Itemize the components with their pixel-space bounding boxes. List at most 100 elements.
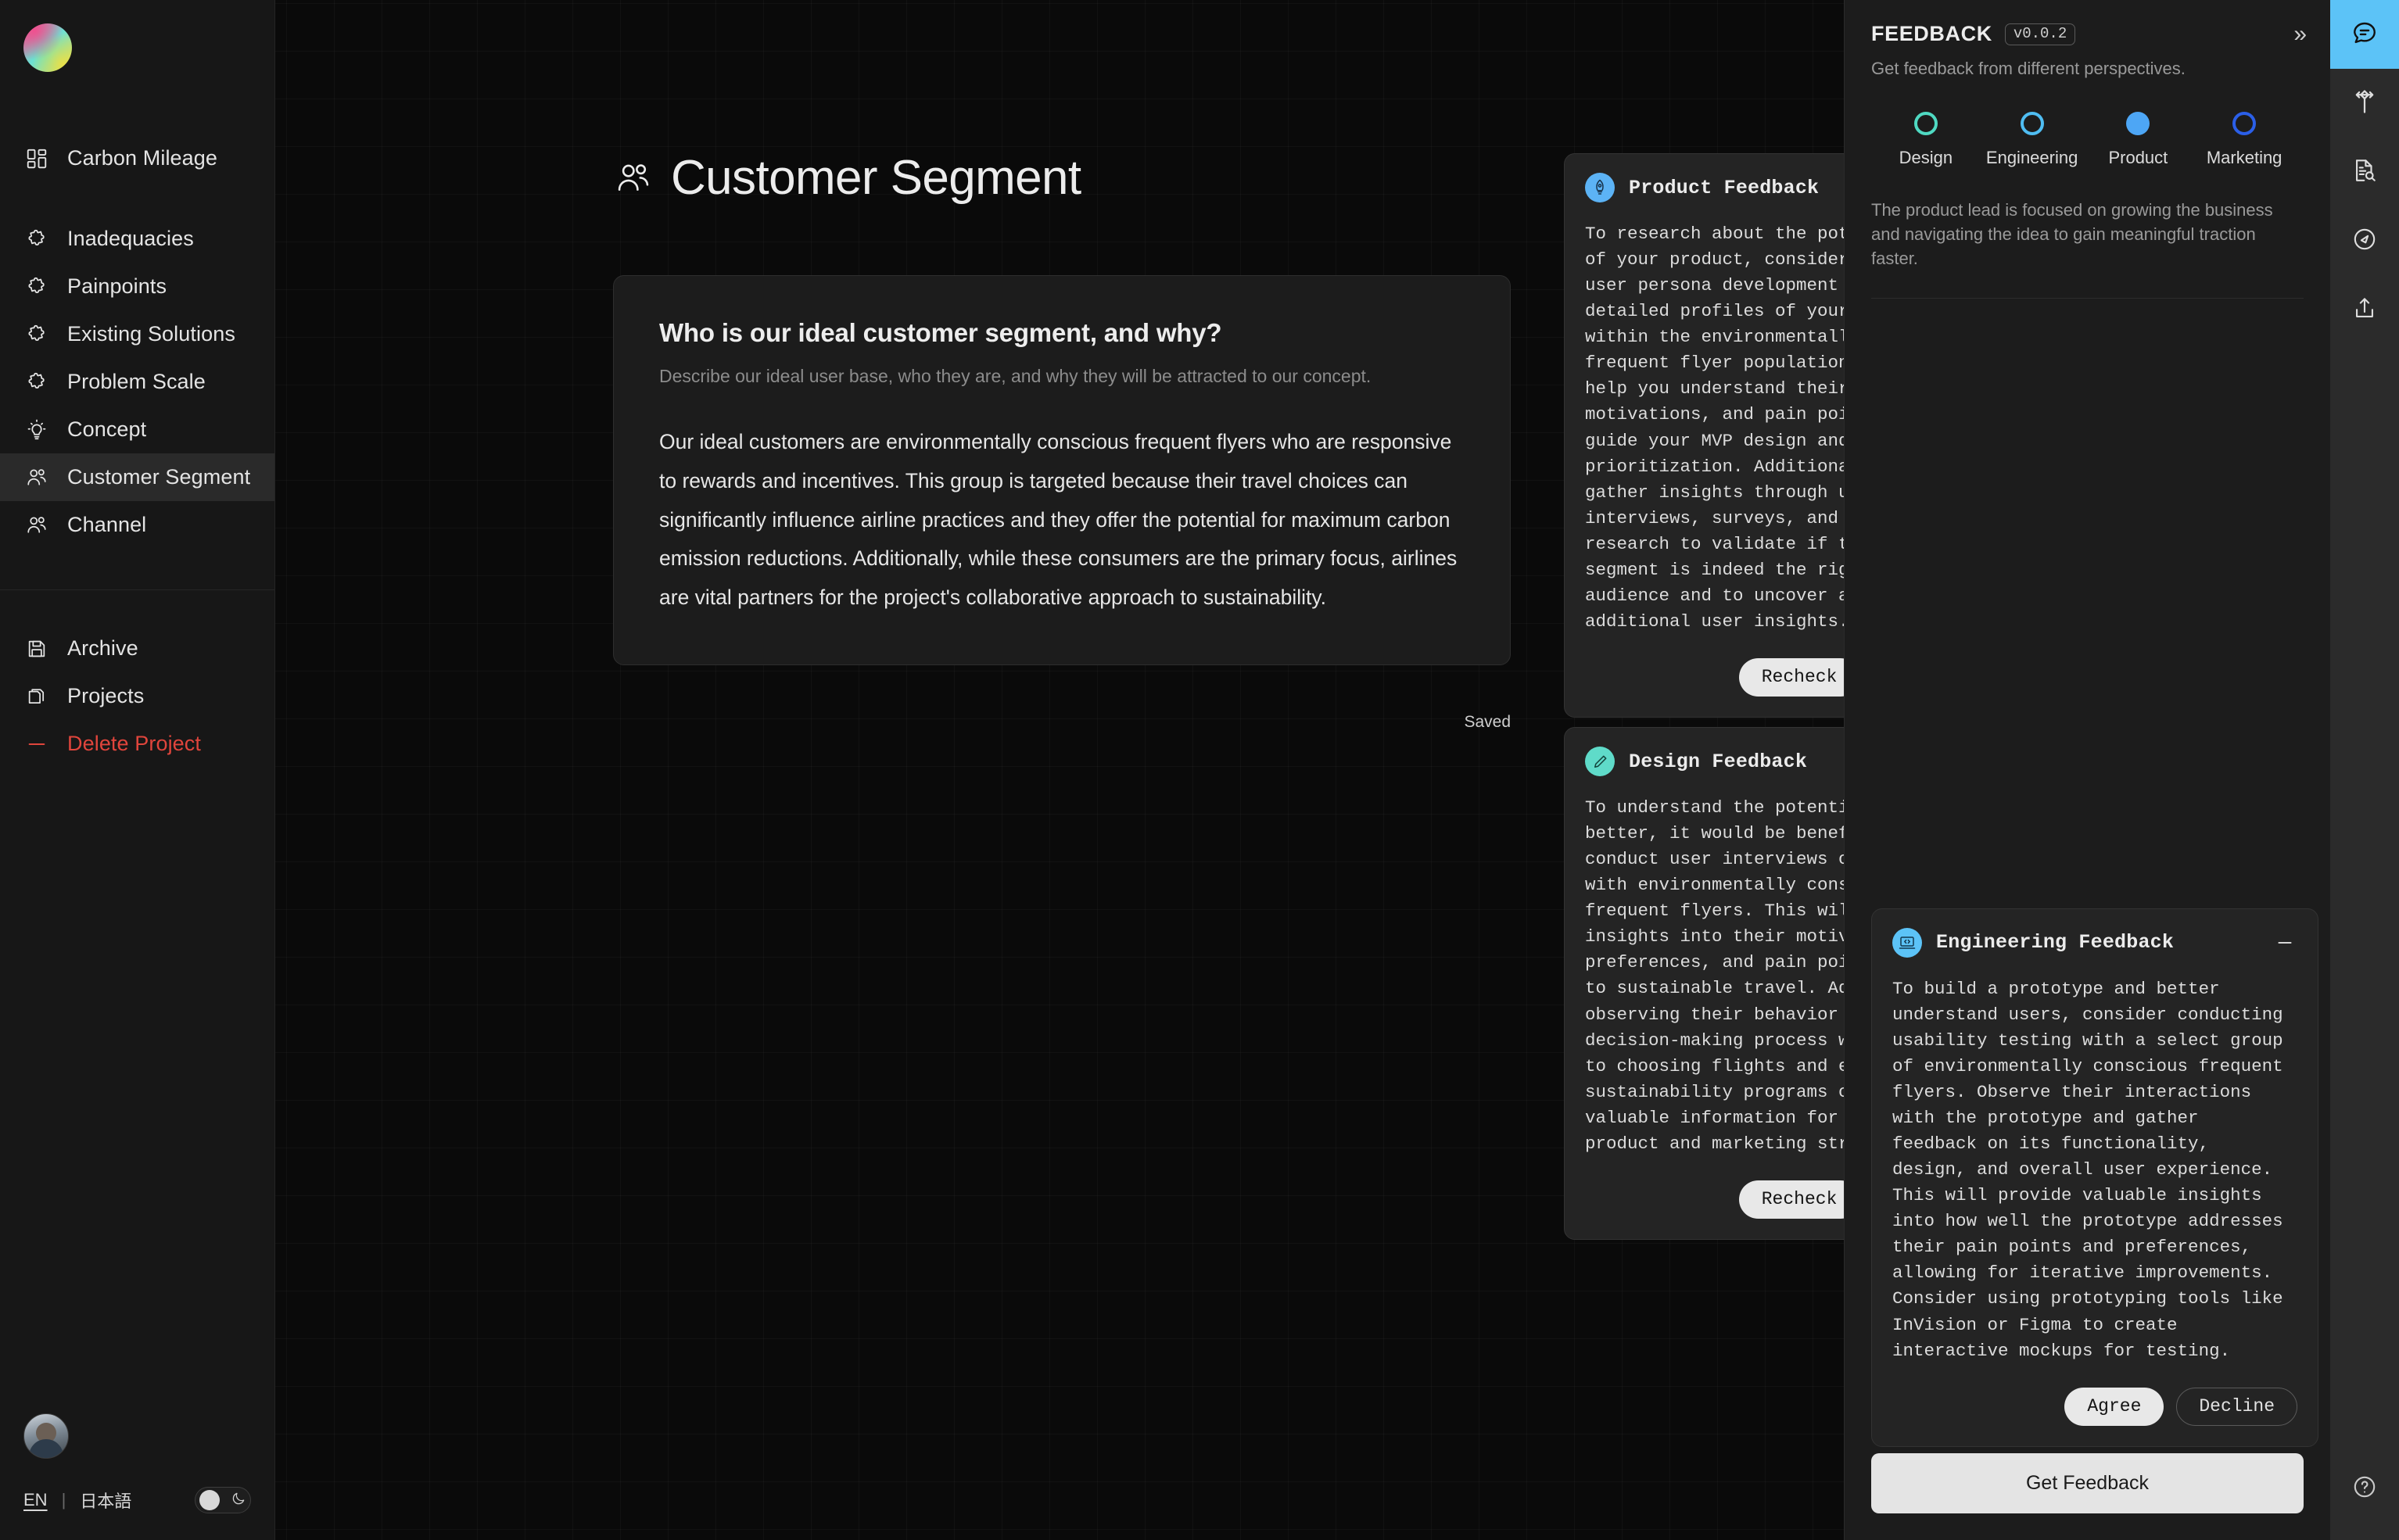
- language-option-ja[interactable]: 日本語: [80, 1488, 131, 1513]
- puzzle-icon: [23, 226, 50, 252]
- puzzle-icon: [23, 321, 50, 348]
- lightbulb-icon: [23, 417, 50, 443]
- chat-feedback-icon: [2351, 19, 2379, 51]
- sidebar-item-existing-solutions[interactable]: Existing Solutions: [0, 310, 274, 358]
- sidebar-item-label: Existing Solutions: [67, 322, 235, 346]
- sidebar-item-label: Channel: [67, 513, 147, 536]
- card-header: Engineering Feedback: [1892, 927, 2297, 958]
- flow-arrows-icon: [2351, 88, 2379, 120]
- rail-item-document-search[interactable]: [2330, 138, 2399, 206]
- rail-item-help[interactable]: [2330, 1454, 2399, 1523]
- logo-container: [0, 0, 274, 72]
- app-logo[interactable]: [23, 23, 72, 72]
- engineering-feedback-card: Engineering Feedback To build a prototyp…: [1871, 908, 2318, 1447]
- persona-dot: [2020, 112, 2044, 135]
- question-card: Who is our ideal customer segment, and w…: [613, 275, 1511, 665]
- recheck-button[interactable]: Recheck: [1738, 658, 1844, 697]
- feedback-panel-footer: Get Feedback: [1845, 1453, 2330, 1540]
- persona-label: Design: [1899, 148, 1953, 167]
- get-feedback-button[interactable]: Get Feedback: [1871, 1453, 2304, 1513]
- puzzle-icon: [23, 274, 50, 300]
- persona-option-engineering[interactable]: Engineering: [1979, 112, 2085, 168]
- agree-button[interactable]: Agree: [2064, 1387, 2164, 1426]
- rail-item-compass[interactable]: [2330, 206, 2399, 275]
- persona-option-design[interactable]: Design: [1873, 112, 1979, 168]
- card-header: Product Feedback: [1585, 173, 1844, 202]
- share-upload-icon: [2351, 295, 2378, 325]
- rail-item-feedback[interactable]: [2330, 0, 2399, 69]
- save-icon: [23, 636, 50, 662]
- sidebar-item-projects[interactable]: Projects: [0, 672, 274, 720]
- sidebar-item-label: Carbon Mileage: [67, 146, 218, 170]
- decline-button[interactable]: Decline: [2176, 1387, 2297, 1426]
- feedback-panel: FEEDBACK v0.0.2 » Get feedback from diff…: [1844, 0, 2330, 1540]
- sidebar-item-label: Concept: [67, 417, 147, 441]
- persona-label: Engineering: [1985, 148, 2078, 167]
- sidebar-item-customer-segment[interactable]: Customer Segment: [0, 453, 274, 501]
- avatar[interactable]: [23, 1413, 69, 1459]
- persona-label: Product: [2108, 148, 2168, 167]
- card-actions: Agree Decline: [1892, 1387, 2297, 1426]
- users-icon: [613, 158, 654, 199]
- sidebar-item-problem-scale[interactable]: Problem Scale: [0, 358, 274, 406]
- dark-mode-toggle[interactable]: [195, 1487, 251, 1513]
- sidebar-item-archive[interactable]: Archive: [0, 625, 274, 672]
- panel-subtitle: Get feedback from different perspectives…: [1871, 59, 2186, 78]
- compass-icon: [2351, 226, 2378, 256]
- language-option-en[interactable]: EN: [23, 1490, 48, 1510]
- sidebar-item-label: Problem Scale: [67, 370, 206, 393]
- sidebar-item-label: Archive: [67, 636, 138, 660]
- delete-project-button[interactable]: Delete Project: [0, 720, 274, 768]
- puzzle-icon: [23, 369, 50, 396]
- language-switcher: EN | 日本語: [0, 1487, 274, 1513]
- sidebar-item-concept[interactable]: Concept: [0, 406, 274, 453]
- card-title: Design Feedback: [1629, 750, 1808, 773]
- question-heading: Who is our ideal customer segment, and w…: [659, 318, 1222, 347]
- sidebar-item-carbon-mileage[interactable]: Carbon Mileage: [0, 134, 274, 182]
- card-body: To research about the potential users of…: [1585, 224, 1844, 632]
- left-sidebar: Carbon Mileage Inadequacies Painpoints E…: [0, 0, 275, 1540]
- language-separator: |: [61, 1490, 66, 1510]
- sidebar-item-label: Customer Segment: [67, 465, 251, 489]
- pencil-icon: [1585, 747, 1615, 776]
- persona-description: The product lead is focused on growing t…: [1871, 200, 2273, 269]
- card-title: Product Feedback: [1629, 176, 1820, 199]
- collapse-panel-icon[interactable]: »: [2293, 22, 2307, 46]
- nav-footer: Archive Projects Delete Project: [0, 625, 274, 768]
- persona-option-product[interactable]: Product: [2085, 112, 2192, 168]
- sidebar-item-label: Delete Project: [67, 732, 201, 755]
- answer-textarea[interactable]: Our ideal customers are environmentally …: [659, 423, 1465, 618]
- persona-option-marketing[interactable]: Marketing: [2191, 112, 2297, 168]
- persona-dot-selected: [2126, 112, 2150, 135]
- app-root: Carbon Mileage Inadequacies Painpoints E…: [0, 0, 2399, 1540]
- card-title: Engineering Feedback: [1936, 931, 2175, 954]
- sidebar-item-inadequacies[interactable]: Inadequacies: [0, 215, 274, 263]
- page-title-text: Customer Segment: [671, 151, 1081, 205]
- recheck-button[interactable]: Recheck: [1738, 1180, 1844, 1219]
- persona-dot: [2232, 112, 2257, 135]
- panel-title: FEEDBACK: [1871, 22, 1992, 45]
- main-canvas: Customer Segment Who is our ideal custom…: [275, 0, 1844, 1540]
- card-body: To understand the potential users better…: [1585, 797, 1844, 1154]
- users-icon: [23, 464, 50, 491]
- dashboard-icon: [23, 145, 50, 172]
- design-feedback-card: Design Feedback To understand the potent…: [1564, 727, 1844, 1240]
- laptop-code-icon: [1892, 927, 1922, 958]
- save-status: Saved: [1464, 713, 1511, 731]
- feedback-panel-body: Engineering Feedback To build a prototyp…: [1845, 299, 2330, 1453]
- card-body: To build a prototype and better understa…: [1892, 978, 2283, 1361]
- sidebar-item-channel[interactable]: Channel: [0, 501, 274, 549]
- rail-item-share[interactable]: [2330, 275, 2399, 344]
- sidebar-divider: [0, 589, 274, 590]
- version-badge: v0.0.2: [2004, 23, 2076, 45]
- sidebar-item-painpoints[interactable]: Painpoints: [0, 263, 274, 310]
- minimize-icon[interactable]: [2272, 930, 2297, 955]
- right-icon-rail: [2330, 0, 2399, 1540]
- sidebar-item-label: Painpoints: [67, 274, 167, 298]
- minus-icon: [23, 731, 50, 757]
- page-title: Customer Segment: [613, 150, 1081, 206]
- folder-icon: [23, 683, 50, 710]
- card-actions: Recheck Archive: [1585, 1180, 1844, 1219]
- rail-item-flow[interactable]: [2330, 69, 2399, 138]
- persona-label: Marketing: [2206, 148, 2282, 167]
